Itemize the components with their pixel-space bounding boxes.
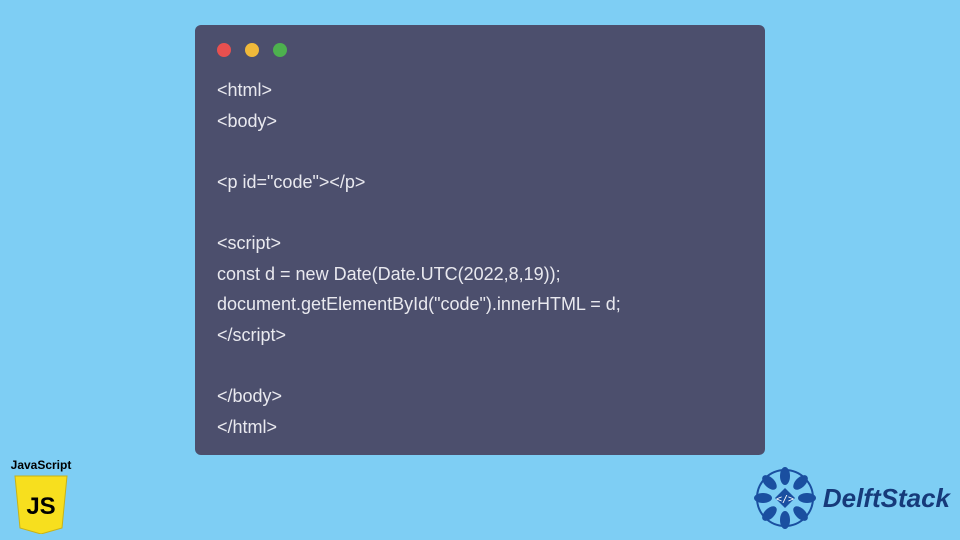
code-block: <html> <body> <p id="code"></p> <script>… bbox=[217, 75, 743, 442]
javascript-badge: JavaScript JS bbox=[6, 458, 76, 534]
delftstack-name: DelftStack bbox=[823, 483, 950, 514]
javascript-label: JavaScript bbox=[6, 458, 76, 472]
code-window: <html> <body> <p id="code"></p> <script>… bbox=[195, 25, 765, 455]
minimize-icon bbox=[245, 43, 259, 57]
delftstack-logo-icon: </> bbox=[753, 466, 817, 530]
javascript-logo-icon: JS bbox=[13, 474, 69, 534]
maximize-icon bbox=[273, 43, 287, 57]
svg-text:JS: JS bbox=[26, 493, 55, 520]
window-controls bbox=[217, 43, 743, 57]
svg-text:</>: </> bbox=[776, 494, 794, 505]
delftstack-brand: </> DelftStack bbox=[753, 466, 950, 530]
close-icon bbox=[217, 43, 231, 57]
